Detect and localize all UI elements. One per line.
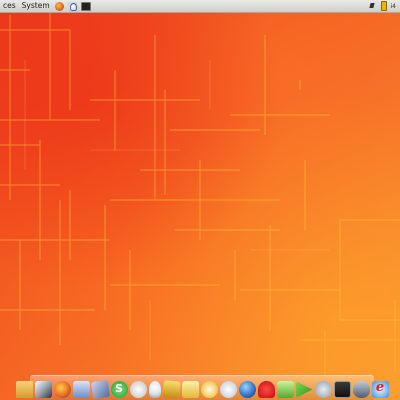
text-editor-icon[interactable]	[90, 379, 110, 400]
places-menu[interactable]: ces	[0, 0, 19, 12]
network-icon[interactable]	[369, 2, 377, 10]
system-tray: i4	[369, 1, 400, 11]
media-player-icon[interactable]	[295, 381, 313, 398]
notes-icon[interactable]	[161, 380, 181, 399]
display-icon[interactable]	[34, 381, 52, 398]
gimp-icon[interactable]	[129, 381, 147, 398]
home-folder-icon[interactable]	[15, 381, 33, 398]
desktop-wallpaper	[0, 0, 400, 400]
dock	[15, 375, 389, 400]
clock[interactable]: i4	[391, 3, 396, 10]
settings-icon[interactable]	[314, 381, 332, 398]
mail-icon[interactable]	[72, 381, 90, 398]
battery-icon[interactable]	[380, 1, 387, 11]
chat-icon[interactable]	[219, 381, 237, 398]
lightbulb-icon[interactable]	[148, 381, 161, 398]
skype-icon[interactable]	[110, 381, 128, 398]
clock-icon[interactable]	[200, 381, 218, 398]
ie-icon[interactable]	[371, 380, 389, 398]
help-icon[interactable]	[67, 1, 77, 11]
top-panel: ces System i4	[0, 0, 400, 13]
globe-icon[interactable]	[238, 381, 256, 398]
game-icon[interactable]	[257, 381, 275, 398]
terminal-icon[interactable]	[80, 1, 91, 11]
security-icon[interactable]	[352, 381, 370, 398]
firefox-icon[interactable]	[53, 381, 71, 398]
firefox-icon[interactable]	[54, 1, 64, 11]
sticky-notes-icon[interactable]	[181, 381, 199, 398]
wallpaper-pattern	[0, 10, 400, 375]
music-icon[interactable]	[276, 381, 294, 398]
video-icon[interactable]	[333, 381, 351, 398]
system-menu[interactable]: System	[19, 0, 53, 12]
